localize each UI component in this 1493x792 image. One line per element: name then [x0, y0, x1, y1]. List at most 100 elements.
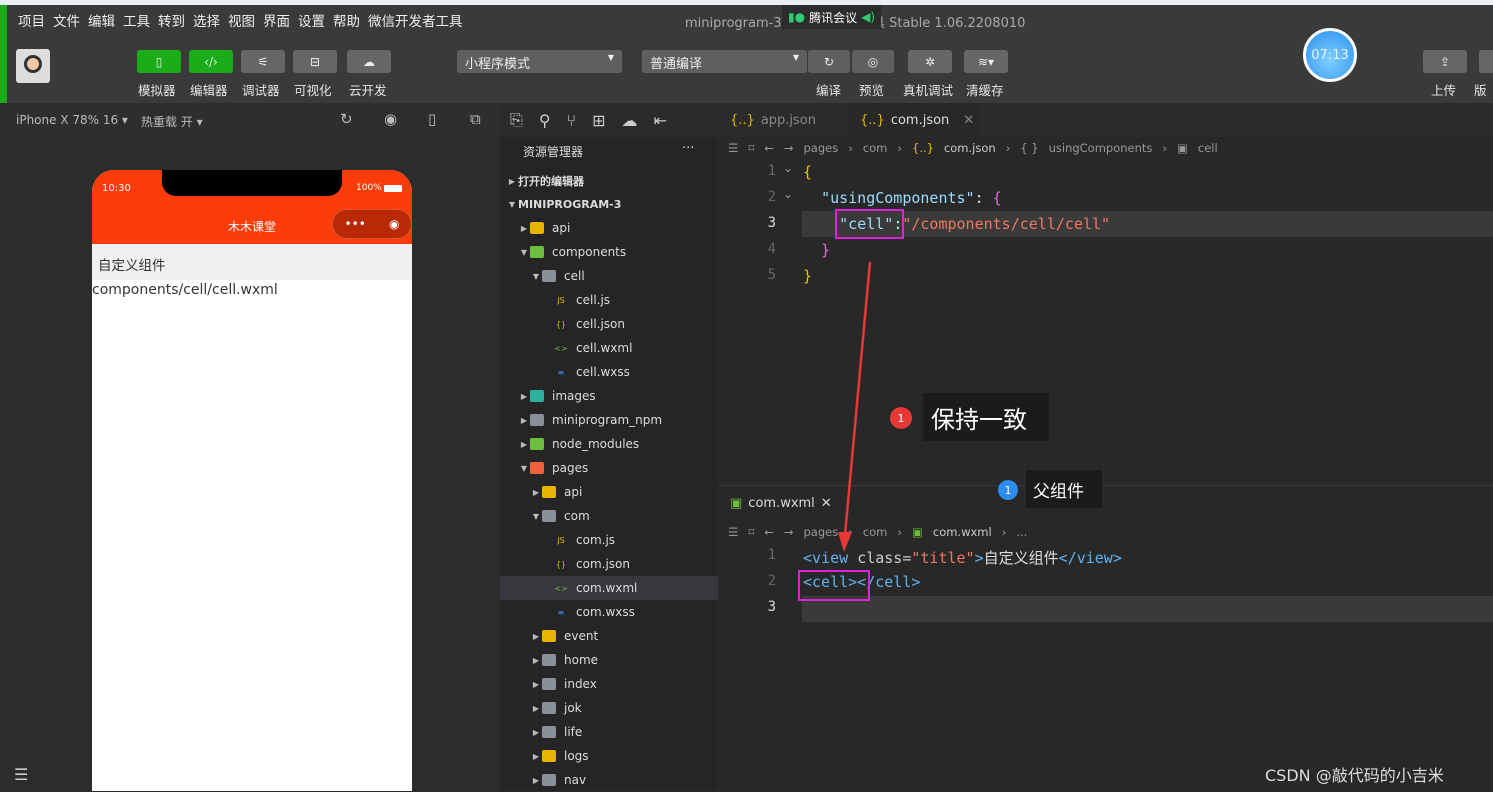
outline-icon[interactable]: ☰: [728, 525, 738, 539]
capsule-menu[interactable]: ••• ◉: [332, 209, 412, 239]
record-icon[interactable]: ◉: [384, 110, 397, 128]
device-select[interactable]: iPhone X 78% 16 ▾: [16, 113, 128, 127]
rotate-icon[interactable]: ↻: [340, 110, 353, 128]
menu-item[interactable]: 编辑: [88, 10, 115, 30]
editor-com-json[interactable]: ☰ ⌑ ← → pages › com › {..} com.json ›{ } usingComp…: [718, 137, 1493, 485]
crumb[interactable]: com.wxml: [933, 525, 992, 539]
editor-label: 编辑器: [190, 83, 228, 98]
collapse-icon[interactable]: ⇤: [654, 111, 667, 130]
tree-item[interactable]: ▶ api: [500, 480, 718, 504]
tree-item[interactable]: JS com.js: [500, 528, 718, 552]
close-target-icon[interactable]: ◉: [389, 217, 399, 231]
version-button[interactable]: [1479, 50, 1493, 73]
meeting-indicator[interactable]: ▮● 腾讯会议 ◀): [782, 5, 882, 29]
cloud-button[interactable]: ☁: [347, 50, 391, 73]
tree-item[interactable]: <> com.wxml: [500, 576, 718, 600]
preview-button[interactable]: ◎: [852, 50, 894, 73]
extensions-icon[interactable]: ⊞: [592, 111, 605, 130]
tree-item[interactable]: ▼ cell: [500, 264, 718, 288]
tree-item[interactable]: {} com.json: [500, 552, 718, 576]
outline-icon[interactable]: ☰: [728, 141, 738, 155]
tree-item[interactable]: ▶ life: [500, 720, 718, 744]
phone-icon: ▯: [155, 54, 163, 69]
crumb[interactable]: com: [863, 525, 888, 539]
bookmark-icon[interactable]: ⌑: [748, 525, 754, 539]
remote-debug-button[interactable]: ✲: [908, 50, 952, 73]
fold-icon[interactable]: ⌄: [783, 187, 793, 201]
tab-com-json[interactable]: {..} com.json ✕: [848, 103, 980, 137]
tab-app-json[interactable]: {..} app.json: [718, 103, 828, 137]
tree-item[interactable]: ▶ images: [500, 384, 718, 408]
crumb[interactable]: pages: [804, 141, 839, 155]
tab-com-wxml[interactable]: ▣ com.wxml ✕: [718, 486, 844, 520]
tree-item[interactable]: ▶ node_modules: [500, 432, 718, 456]
back-icon[interactable]: ←: [764, 141, 774, 155]
debugger-toggle[interactable]: ⚟: [241, 50, 285, 73]
menu-item[interactable]: 项目: [18, 10, 45, 30]
tree-item[interactable]: ≡ cell.wxss: [500, 360, 718, 384]
crumb[interactable]: pages: [804, 525, 839, 539]
close-icon[interactable]: ✕: [963, 113, 974, 128]
visual-toggle[interactable]: ⊟: [293, 50, 337, 73]
tree-item[interactable]: ▶ jok: [500, 696, 718, 720]
simulator-toggle[interactable]: ▯: [137, 50, 181, 73]
avatar[interactable]: [16, 49, 50, 83]
files-icon[interactable]: ⎘: [510, 110, 523, 130]
clear-cache-button[interactable]: ≋▾: [964, 50, 1008, 73]
menu-item[interactable]: 微信开发者工具: [368, 10, 463, 30]
window-icon[interactable]: ⧉: [470, 110, 481, 128]
phone-icon[interactable]: ▯: [428, 110, 436, 128]
back-icon[interactable]: ←: [764, 525, 774, 539]
tree-item[interactable]: ▶ miniprogram_npm: [500, 408, 718, 432]
editor-com-wxml[interactable]: ▣ com.wxml ✕ ☰ ⌑ ← → pages › com › ▣ com.wxml ›... …: [718, 470, 1493, 791]
docker-icon[interactable]: ☁: [622, 111, 638, 130]
crumb[interactable]: usingComponents: [1049, 141, 1153, 155]
menu-item[interactable]: 工具: [123, 10, 150, 30]
tree-item[interactable]: ▶ home: [500, 648, 718, 672]
editor-toggle[interactable]: ‹/›: [189, 50, 233, 73]
crumb[interactable]: com: [863, 141, 888, 155]
more-icon[interactable]: ···: [682, 141, 694, 156]
tree-item[interactable]: ▼ com: [500, 504, 718, 528]
git-icon[interactable]: ⑂: [567, 111, 577, 130]
tree-item[interactable]: ≡ com.wxss: [500, 600, 718, 624]
forward-icon[interactable]: →: [784, 525, 794, 539]
tree-item[interactable]: ▼ pages: [500, 456, 718, 480]
mode-select[interactable]: 小程序模式 ▼: [457, 50, 622, 73]
menu-item[interactable]: 设置: [298, 10, 325, 30]
eye-icon: ◎: [867, 54, 879, 69]
menu-item[interactable]: 帮助: [333, 10, 360, 30]
tree-item[interactable]: ▶ nav: [500, 768, 718, 792]
menu-item[interactable]: 转到: [158, 10, 185, 30]
more-icon[interactable]: •••: [345, 217, 366, 231]
crumb[interactable]: com.json: [944, 141, 996, 155]
list-icon[interactable]: ☰: [14, 765, 28, 784]
tree-item[interactable]: ▼ components: [500, 240, 718, 264]
upload-button[interactable]: ⇪: [1423, 50, 1467, 73]
tree-item[interactable]: {} cell.json: [500, 312, 718, 336]
project-section[interactable]: ▼ MINIPROGRAM-3: [500, 192, 718, 216]
close-icon[interactable]: ✕: [821, 496, 832, 511]
menu-item[interactable]: 选择: [193, 10, 220, 30]
menu-item[interactable]: 界面: [263, 10, 290, 30]
tree-item[interactable]: ▶ api: [500, 216, 718, 240]
crumb[interactable]: cell: [1198, 141, 1218, 155]
tree-item[interactable]: ▶ index: [500, 672, 718, 696]
open-editors-section[interactable]: ▶ 打开的编辑器: [500, 169, 718, 193]
menu-item[interactable]: 文件: [53, 10, 80, 30]
clock-widget[interactable]: 07:13: [1303, 28, 1357, 82]
tree-item[interactable]: ▶ event: [500, 624, 718, 648]
bookmark-icon[interactable]: ⌑: [748, 141, 754, 155]
menu-item[interactable]: 视图: [228, 10, 255, 30]
forward-icon[interactable]: →: [784, 141, 794, 155]
crumb[interactable]: ...: [1016, 525, 1027, 539]
hot-reload-select[interactable]: 热重载 开 ▾: [141, 113, 203, 130]
tree-item[interactable]: ▶ logs: [500, 744, 718, 768]
fold-icon[interactable]: ⌄: [783, 161, 793, 175]
compile-button[interactable]: ↻: [808, 50, 850, 73]
compile-select[interactable]: 普通编译 ▼: [642, 50, 807, 73]
caret-right-icon: ▶: [532, 727, 540, 737]
tree-item[interactable]: JS cell.js: [500, 288, 718, 312]
tree-item[interactable]: <> cell.wxml: [500, 336, 718, 360]
search-icon[interactable]: ⚲: [539, 111, 551, 130]
